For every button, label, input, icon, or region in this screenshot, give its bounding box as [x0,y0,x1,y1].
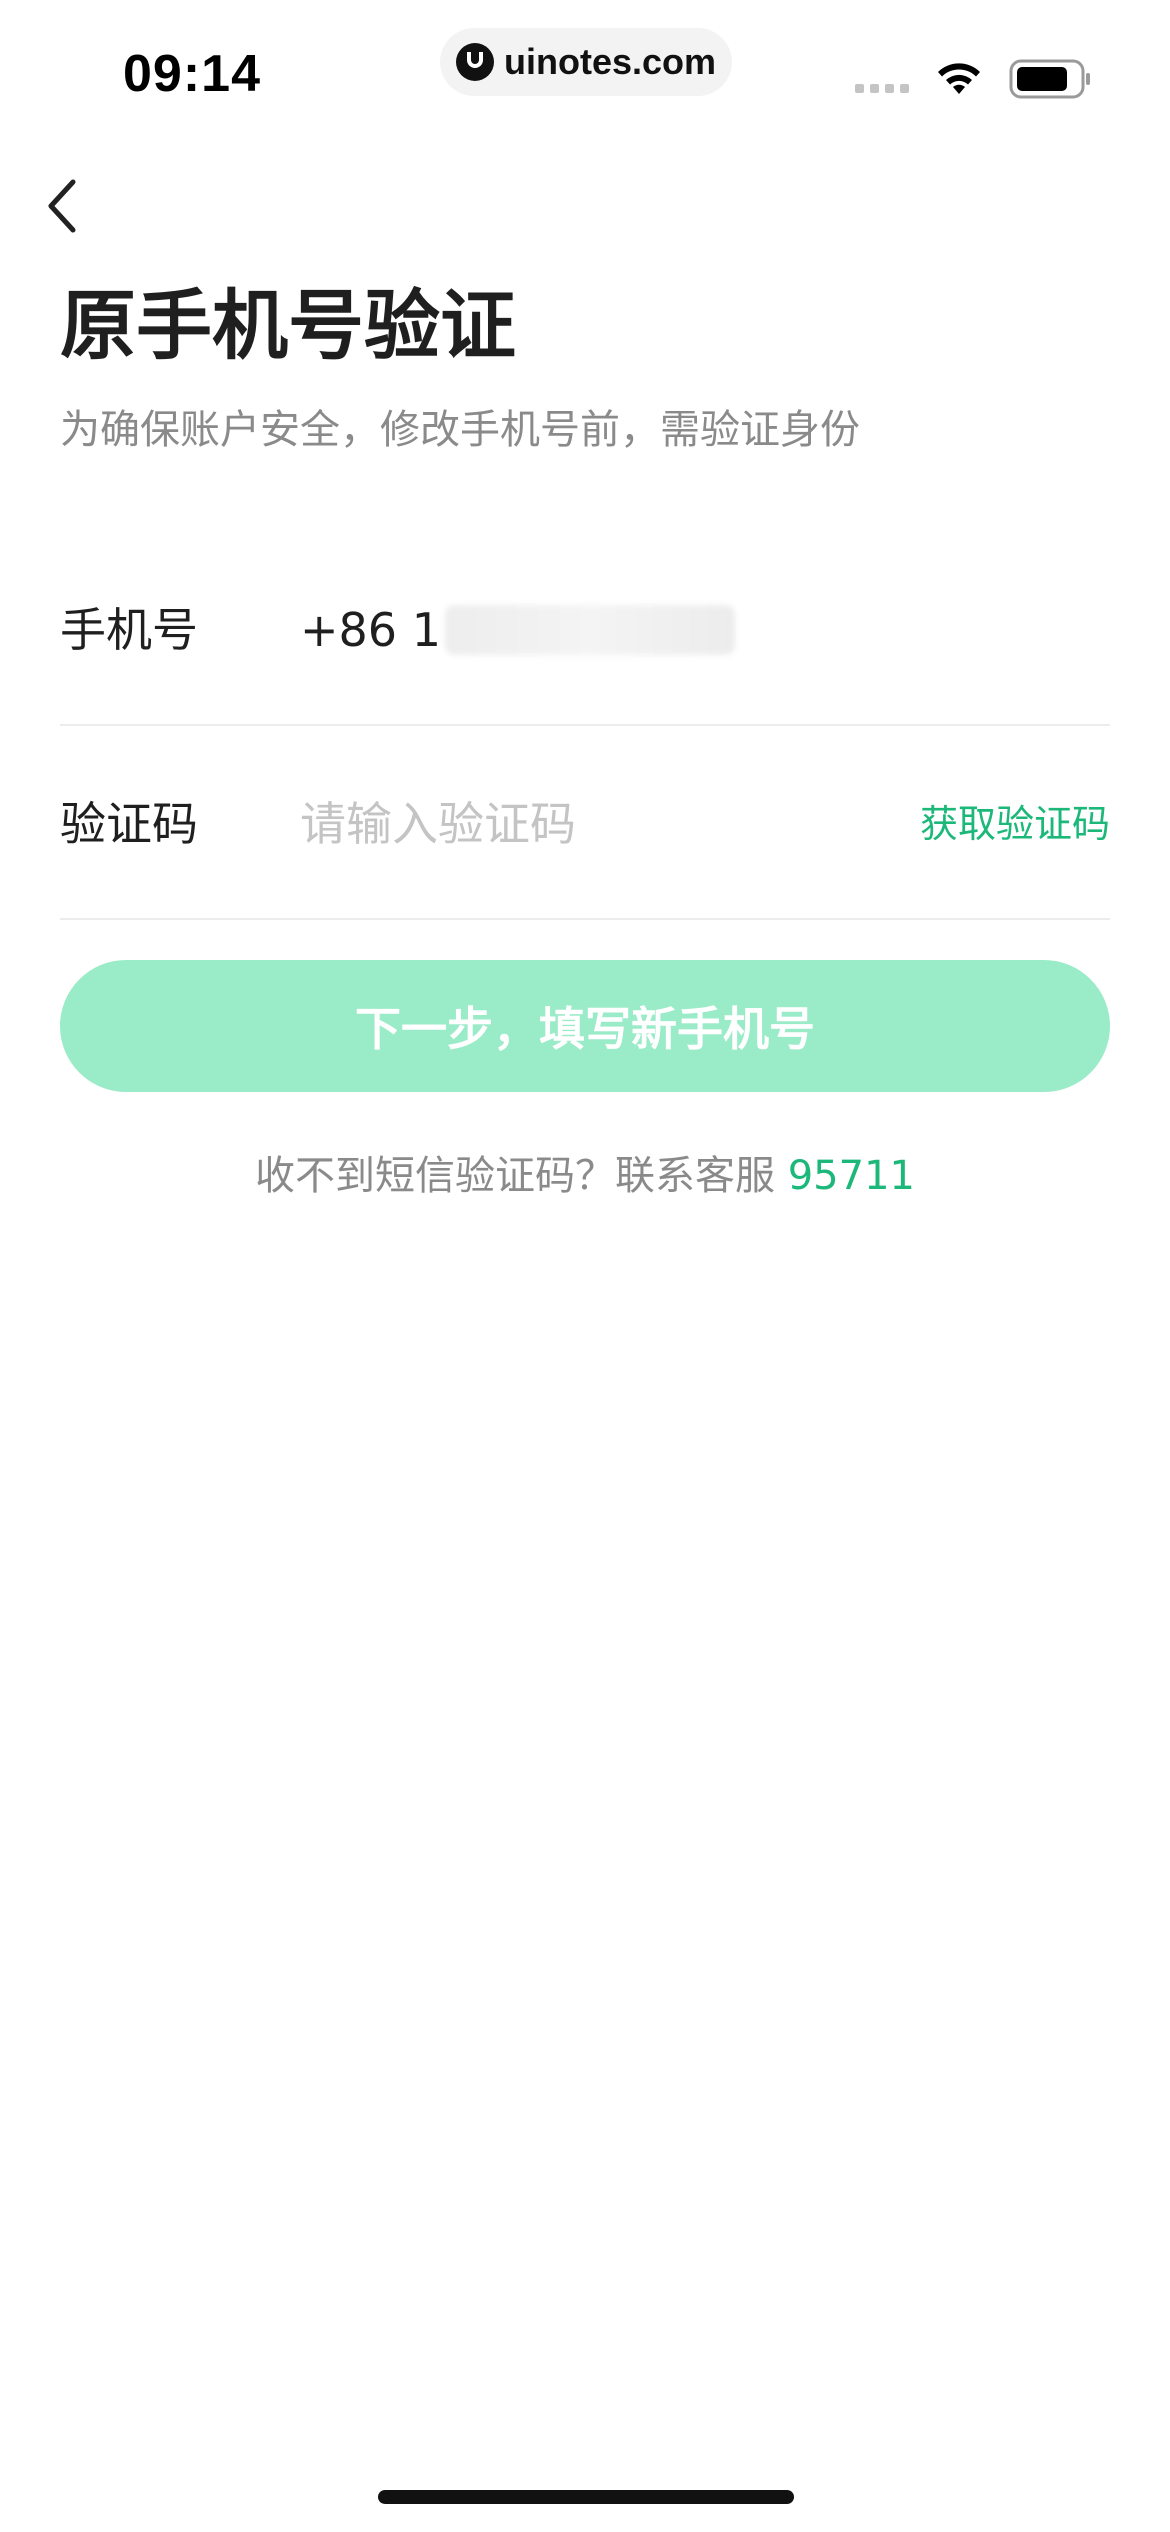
phone-masked-digits [444,605,735,655]
page-title: 原手机号验证 [60,281,516,370]
signal-icon [855,84,909,93]
back-button[interactable] [30,168,94,244]
customer-service-phone-link[interactable]: 95711 [788,1153,915,1199]
help-line: 收不到短信验证码？联系客服 95711 [0,1148,1170,1204]
battery-icon [1009,59,1090,99]
url-pill[interactable]: uinotes.com [440,28,732,96]
get-code-button[interactable]: 获取验证码 [920,798,1110,850]
site-logo-icon [455,43,494,81]
status-time: 09:14 [123,45,261,103]
url-text: uinotes.com [503,41,717,82]
phone-value: +86 1 [300,603,441,657]
phone-row: 手机号 +86 1 [60,534,1110,726]
next-step-button[interactable]: 下一步，填写新手机号 [60,960,1110,1092]
chevron-left-icon [48,179,76,233]
phone-value-group: +86 1 [300,598,735,662]
verification-code-input[interactable] [300,788,860,860]
home-indicator[interactable] [378,2490,794,2504]
code-label: 验证码 [60,797,198,851]
code-row: 验证码 获取验证码 [60,728,1110,920]
wifi-icon [938,63,980,94]
page-subtitle: 为确保账户安全，修改手机号前，需验证身份 [60,407,860,453]
phone-label: 手机号 [60,603,198,657]
help-text: 收不到短信验证码？联系客服 [255,1153,776,1199]
